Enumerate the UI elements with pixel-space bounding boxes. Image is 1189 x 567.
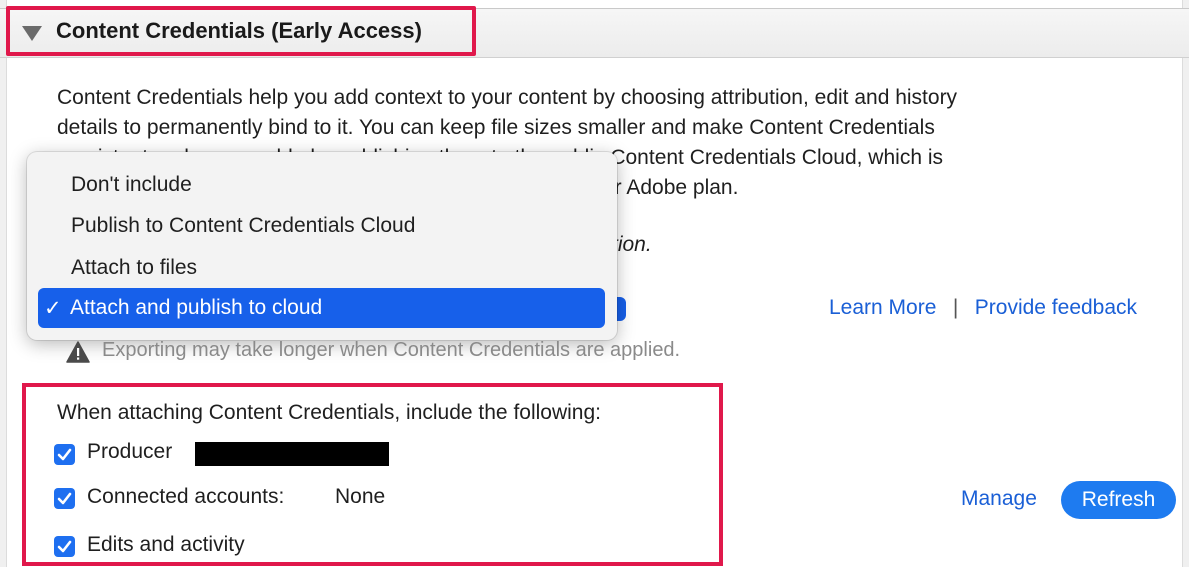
checkmark-icon: ✓ — [44, 297, 62, 320]
connected-accounts-checkbox[interactable] — [54, 488, 75, 509]
links-row: Learn More | Provide feedback — [829, 296, 1137, 320]
connected-accounts-label: Connected accounts: — [87, 485, 285, 508]
include-options-heading: When attaching Content Credentials, incl… — [57, 401, 601, 424]
edits-activity-checkbox[interactable] — [54, 536, 75, 557]
panel-right-edge — [1182, 0, 1189, 567]
menu-item-publish-cloud[interactable]: Publish to Content Credentials Cloud — [71, 214, 415, 238]
menu-item-attach-and-publish[interactable]: ✓ Attach and publish to cloud — [38, 288, 605, 328]
connected-accounts-value: None — [335, 485, 386, 508]
menu-item-attach-files[interactable]: Attach to files — [71, 256, 197, 280]
link-separator: | — [952, 296, 959, 319]
description-line-4-fragment: ur Adobe plan. — [603, 176, 739, 199]
learn-more-link[interactable]: Learn More — [829, 296, 936, 319]
edits-activity-label: Edits and activity — [87, 533, 245, 556]
warning-text: Exporting may take longer when Content C… — [102, 339, 681, 361]
warning-icon — [66, 341, 90, 363]
description-line-1: Content Credentials help you add context… — [57, 86, 958, 109]
producer-label: Producer — [87, 440, 173, 463]
checkmark-icon — [57, 448, 72, 461]
producer-checkbox[interactable] — [54, 444, 75, 465]
checkmark-icon — [57, 540, 72, 553]
checkmark-icon — [57, 492, 72, 505]
header-highlight-box — [6, 6, 476, 56]
redacted-producer-name — [195, 442, 389, 466]
menu-item-label: Attach and publish to cloud — [70, 296, 323, 319]
description-line-5-fragment: tion. — [612, 233, 652, 256]
manage-link[interactable]: Manage — [961, 487, 1037, 511]
credentials-dropdown-menu: Don't include Publish to Content Credent… — [27, 152, 617, 340]
menu-item-dont-include[interactable]: Don't include — [71, 173, 192, 197]
refresh-button[interactable]: Refresh — [1061, 481, 1176, 519]
panel-left-edge — [0, 0, 7, 567]
description-line-2: details to permanently bind to it. You c… — [57, 116, 935, 139]
provide-feedback-link[interactable]: Provide feedback — [975, 296, 1137, 319]
